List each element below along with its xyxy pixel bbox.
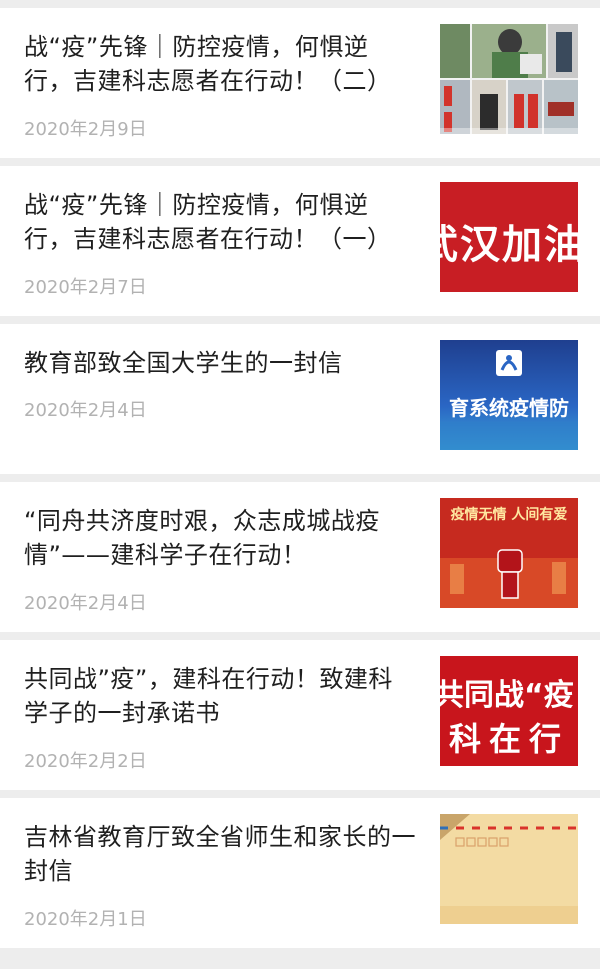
article-date: 2020年2月9日 [24,119,147,140]
article-item-4[interactable]: “同舟共济度时艰，众志成城战疫情”——建科学子在行动！ 2020年2月4日 疫情… [0,482,600,632]
article-date: 2020年2月2日 [24,751,147,772]
article-thumbnail[interactable] [440,814,578,924]
article-title[interactable]: “同舟共济度时艰，众志成城战疫情”——建科学子在行动！ [24,504,416,572]
article-thumbnail[interactable]: 育系统疫情防 [440,340,578,450]
article-item-3[interactable]: 教育部致全国大学生的一封信 2020年2月4日 育系统疫情防 [0,324,600,474]
article-thumbnail[interactable]: 共同战“疫 科在行 [440,656,578,766]
article-title[interactable]: 战“疫”先锋｜防控疫情，何惧逆行，吉建科志愿者在行动！（一） [24,188,416,256]
thumbnail-caption: 育系统疫情防 [449,396,569,420]
top-divider [0,0,600,8]
article-title[interactable]: 共同战”疫”，建科在行动！致建科学子的一封承诺书 [24,662,416,730]
article-item-6[interactable]: 吉林省教育厅致全省师生和家长的一封信 2020年2月1日 [0,798,600,948]
article-title[interactable]: 教育部致全国大学生的一封信 [24,346,416,380]
article-date: 2020年2月4日 [24,400,147,421]
article-item-5[interactable]: 共同战”疫”，建科在行动！致建科学子的一封承诺书 2020年2月2日 共同战“疫… [0,640,600,790]
article-title[interactable]: 吉林省教育厅致全省师生和家长的一封信 [24,820,416,888]
article-title[interactable]: 战“疫”先锋｜防控疫情，何惧逆行，吉建科志愿者在行动！（二） [24,30,416,98]
thumbnail-caption: 科在行 [448,720,569,758]
article-list: 战“疫”先锋｜防控疫情，何惧逆行，吉建科志愿者在行动！（二） 2020年2月9日 [0,0,600,969]
article-item-2[interactable]: 战“疫”先锋｜防控疫情，何惧逆行，吉建科志愿者在行动！（一） 2020年2月7日… [0,166,600,316]
article-thumbnail[interactable]: 武汉加油 [440,182,578,292]
article-date: 2020年2月4日 [24,593,147,614]
article-date: 2020年2月1日 [24,909,147,930]
article-date: 2020年2月7日 [24,277,147,298]
thumbnail-caption: 疫情无情 人间有爱 [450,507,568,523]
article-thumbnail[interactable] [440,24,578,134]
article-item-1[interactable]: 战“疫”先锋｜防控疫情，何惧逆行，吉建科志愿者在行动！（二） 2020年2月9日 [0,8,600,158]
thumbnail-caption: 共同战“疫 [440,678,574,713]
thumbnail-caption: 武汉加油 [440,222,578,268]
article-thumbnail[interactable]: 疫情无情 人间有爱 [440,498,578,608]
bottom-divider [0,956,600,968]
